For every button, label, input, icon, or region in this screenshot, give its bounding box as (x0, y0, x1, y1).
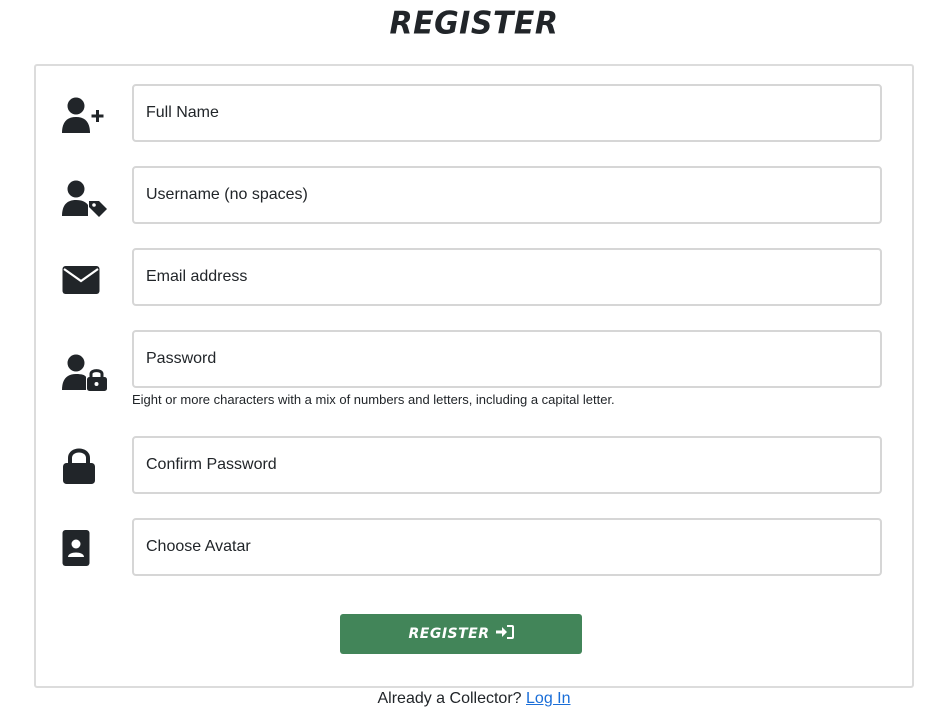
register-page: REGISTER Full Name Username (no spaces) … (0, 0, 948, 722)
username-input[interactable] (132, 166, 882, 224)
user-plus-icon (62, 96, 110, 136)
envelope-icon (62, 260, 110, 300)
password-input[interactable] (132, 330, 882, 388)
register-button[interactable]: REGISTER (340, 614, 582, 654)
choose-avatar-input[interactable] (132, 518, 882, 576)
register-form-card: Eight or more characters with a mix of n… (34, 64, 914, 688)
page-title: REGISTER (389, 5, 559, 42)
password-help-text: Eight or more characters with a mix of n… (132, 392, 615, 407)
register-button-label: REGISTER (408, 626, 490, 642)
login-prompt-text: Already a Collector? (377, 690, 522, 707)
login-link[interactable]: Log In (526, 690, 570, 707)
lock-icon (62, 446, 110, 486)
sign-in-icon (495, 625, 514, 643)
full-name-input[interactable] (132, 84, 882, 142)
user-lock-icon (62, 354, 110, 394)
user-tag-icon (62, 180, 110, 220)
id-badge-icon (62, 528, 110, 568)
email-input[interactable] (132, 248, 882, 306)
login-prompt: Already a Collector? Log In (0, 690, 948, 708)
confirm-password-input[interactable] (132, 436, 882, 494)
